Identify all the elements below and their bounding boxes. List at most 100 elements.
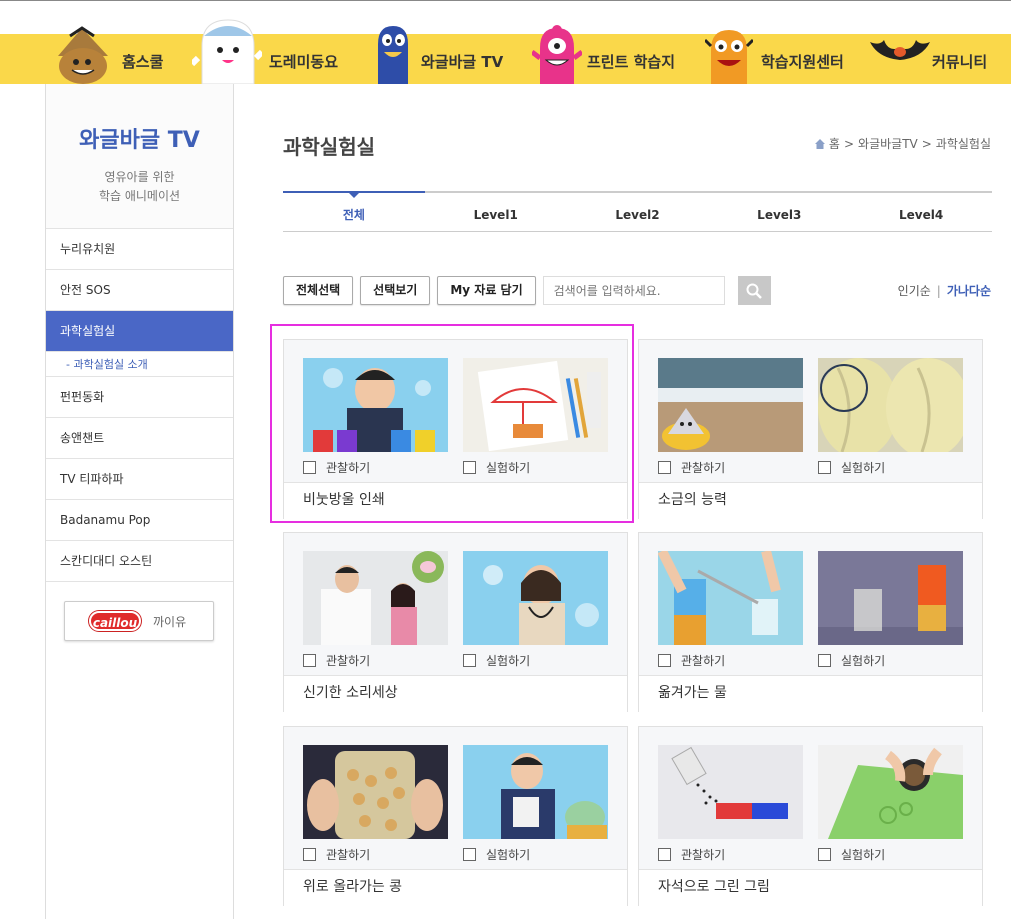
pink-monster-mascot-icon	[532, 25, 582, 84]
checkbox-box[interactable]	[818, 654, 831, 667]
experiment-checkbox[interactable]: 실험하기	[818, 652, 885, 669]
tab-level4[interactable]: Level4	[850, 193, 992, 231]
search-icon	[746, 283, 763, 299]
experiment-thumbnail[interactable]	[818, 551, 963, 645]
checkbox-label: 실험하기	[841, 848, 886, 862]
breadcrumb-separator: >	[843, 136, 855, 151]
bat-mascot-icon	[870, 40, 930, 60]
sidebar-item-funfun-story[interactable]: 펀펀동화	[46, 377, 233, 418]
sidebar-item-scandi-daddy[interactable]: 스칸디대디 오스틴	[46, 541, 233, 582]
nav-item-homeschool[interactable]: 홈스쿨	[50, 26, 180, 84]
content-card[interactable]: 관찰하기 실험하기 신기한 소리세상	[283, 532, 628, 712]
sidebar-item-nuri-kindergarten[interactable]: 누리유치원	[46, 229, 233, 270]
checkbox-box[interactable]	[658, 848, 671, 861]
observe-thumbnail[interactable]	[303, 551, 448, 645]
observe-checkbox[interactable]: 관찰하기	[658, 846, 725, 863]
observe-checkbox[interactable]: 관찰하기	[303, 652, 370, 669]
nav-item-community[interactable]: 커뮤니티	[870, 34, 1005, 84]
checkbox-label: 실험하기	[486, 848, 531, 862]
checkbox-box[interactable]	[658, 461, 671, 474]
checkbox-box[interactable]	[303, 654, 316, 667]
page-title: 과학실험실	[283, 135, 375, 159]
card-title[interactable]: 위로 올라가는 콩	[284, 869, 627, 906]
observe-thumbnail[interactable]	[303, 745, 448, 839]
checkbox-label: 관찰하기	[326, 654, 371, 668]
experiment-checkbox[interactable]: 실험하기	[818, 459, 885, 476]
sidebar-item-song-chant[interactable]: 송앤챈트	[46, 418, 233, 459]
breadcrumb-home[interactable]: 홈	[829, 135, 840, 152]
checkbox-label: 실험하기	[841, 461, 886, 475]
caillou-button[interactable]: caillou 까이유	[64, 601, 214, 641]
view-selected-button[interactable]: 선택보기	[360, 276, 431, 305]
experiment-checkbox[interactable]: 실험하기	[463, 652, 530, 669]
ghost-mascot-icon	[192, 19, 262, 84]
orange-monster-mascot-icon	[705, 30, 753, 84]
checkbox-label: 관찰하기	[326, 848, 371, 862]
experiment-thumbnail[interactable]	[818, 745, 963, 839]
tab-all[interactable]: 전체	[283, 191, 425, 231]
content-card[interactable]: 관찰하기 실험하기 자석으로 그린 그림	[638, 726, 983, 906]
nav-item-print-worksheet[interactable]: 프린트 학습지	[532, 25, 682, 84]
sidebar-subtitle-line: 영유아를 위한	[104, 170, 175, 184]
sidebar-item-safety-sos[interactable]: 안전 SOS	[46, 270, 233, 311]
card-title[interactable]: 신기한 소리세상	[284, 675, 627, 712]
sidebar-subtitle: 영유아를 위한 학습 애니메이션	[46, 168, 233, 206]
experiment-checkbox[interactable]: 실험하기	[463, 846, 530, 863]
card-title[interactable]: 옮겨가는 물	[639, 675, 982, 712]
observe-checkbox[interactable]: 관찰하기	[658, 652, 725, 669]
breadcrumb-current: 과학실험실	[935, 137, 991, 151]
sort-alphabetical[interactable]: 가나다순	[947, 284, 991, 298]
sidebar-item-tv-tipahapa[interactable]: TV 티파하파	[46, 459, 233, 500]
home-icon[interactable]	[814, 138, 825, 149]
sidebar-item-badanamu-pop[interactable]: Badanamu Pop	[46, 500, 233, 541]
observe-thumbnail[interactable]	[658, 745, 803, 839]
nav-item-waglebagle-tv[interactable]: 와글바글 TV	[372, 26, 512, 84]
breadcrumb-separator: >	[921, 136, 932, 151]
experiment-thumbnail[interactable]	[463, 745, 608, 839]
observe-thumbnail[interactable]	[658, 358, 803, 452]
nav-label: 커뮤니티	[932, 53, 988, 71]
content-card[interactable]: 관찰하기 실험하기 옮겨가는 물	[638, 532, 983, 712]
observe-checkbox[interactable]: 관찰하기	[303, 846, 370, 863]
toolbar: 전체선택 선택보기 My 자료 담기	[283, 276, 771, 305]
nav-item-learning-support[interactable]: 학습지원센터	[705, 30, 855, 84]
content-card[interactable]: 관찰하기 실험하기 위로 올라가는 콩	[283, 726, 628, 906]
checkbox-box[interactable]	[658, 654, 671, 667]
checkbox-box[interactable]	[818, 848, 831, 861]
experiment-checkbox[interactable]: 실험하기	[818, 846, 885, 863]
select-all-button[interactable]: 전체선택	[283, 276, 354, 305]
nav-label: 프린트 학습지	[587, 53, 676, 71]
card-title[interactable]: 소금의 능력	[639, 482, 982, 519]
content-card[interactable]: 관찰하기 실험하기 소금의 능력	[638, 339, 983, 519]
checkbox-label: 실험하기	[486, 654, 531, 668]
nav-label: 도레미동요	[269, 53, 339, 71]
checkbox-box[interactable]	[463, 848, 476, 861]
caillou-label: 까이유	[153, 614, 187, 629]
checkbox-label: 관찰하기	[681, 848, 726, 862]
acorn-mascot-icon	[58, 26, 108, 84]
checkbox-box[interactable]	[463, 654, 476, 667]
blue-monster-mascot-icon	[378, 26, 408, 84]
card-title[interactable]: 자석으로 그린 그림	[639, 869, 982, 906]
observe-thumbnail[interactable]	[658, 551, 803, 645]
search-button[interactable]	[737, 276, 771, 305]
sidebar-item-science-lab[interactable]: 과학실험실	[46, 311, 233, 352]
sort-divider: |	[936, 284, 941, 298]
sidebar-subitem-science-lab-intro[interactable]: - 과학실험실 소개	[46, 352, 233, 377]
my-save-button[interactable]: My 자료 담기	[437, 276, 536, 305]
selection-highlight	[270, 324, 634, 523]
search-input[interactable]	[542, 276, 725, 305]
experiment-thumbnail[interactable]	[463, 551, 608, 645]
experiment-thumbnail[interactable]	[818, 358, 963, 452]
breadcrumb-waglebagle[interactable]: 와글바글TV	[858, 135, 918, 152]
tab-level1[interactable]: Level1	[425, 193, 567, 231]
nav-item-doremi[interactable]: 도레미동요	[192, 19, 342, 84]
observe-checkbox[interactable]: 관찰하기	[658, 459, 725, 476]
tab-level3[interactable]: Level3	[708, 193, 850, 231]
breadcrumb: 홈 > 와글바글TV > 과학실험실	[814, 135, 991, 152]
tab-level2[interactable]: Level2	[567, 193, 709, 231]
sort-options: 인기순 | 가나다순	[898, 282, 991, 299]
checkbox-box[interactable]	[303, 848, 316, 861]
sort-popular[interactable]: 인기순	[898, 284, 931, 298]
checkbox-box[interactable]	[818, 461, 831, 474]
